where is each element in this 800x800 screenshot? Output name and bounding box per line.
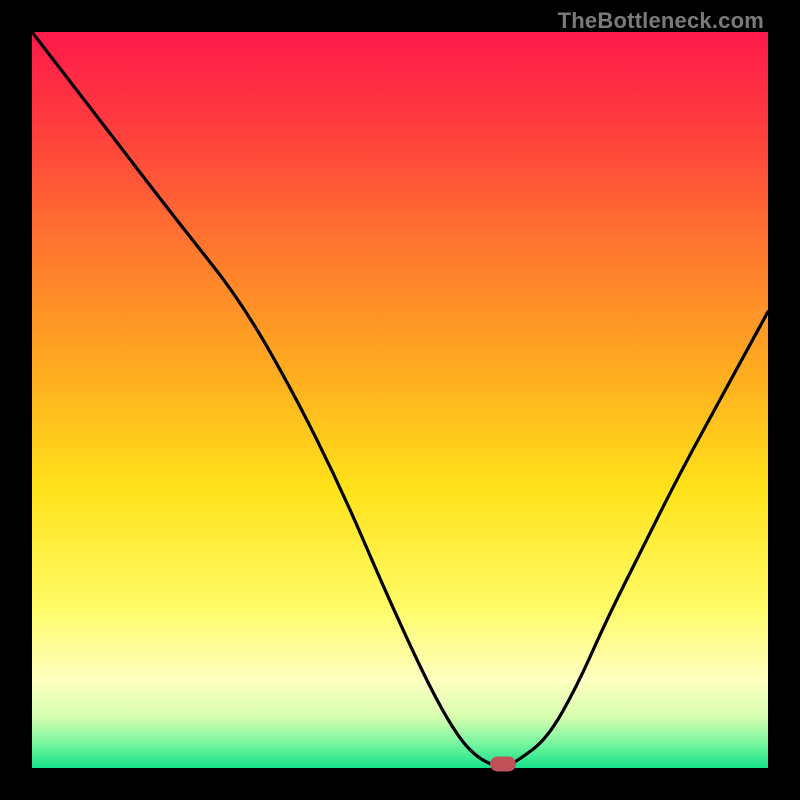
watermark-text: TheBottleneck.com [558, 8, 764, 34]
bottleneck-curve [32, 32, 768, 768]
chart-container: TheBottleneck.com [0, 0, 800, 800]
minimum-marker [490, 757, 516, 772]
plot-area [32, 32, 768, 768]
